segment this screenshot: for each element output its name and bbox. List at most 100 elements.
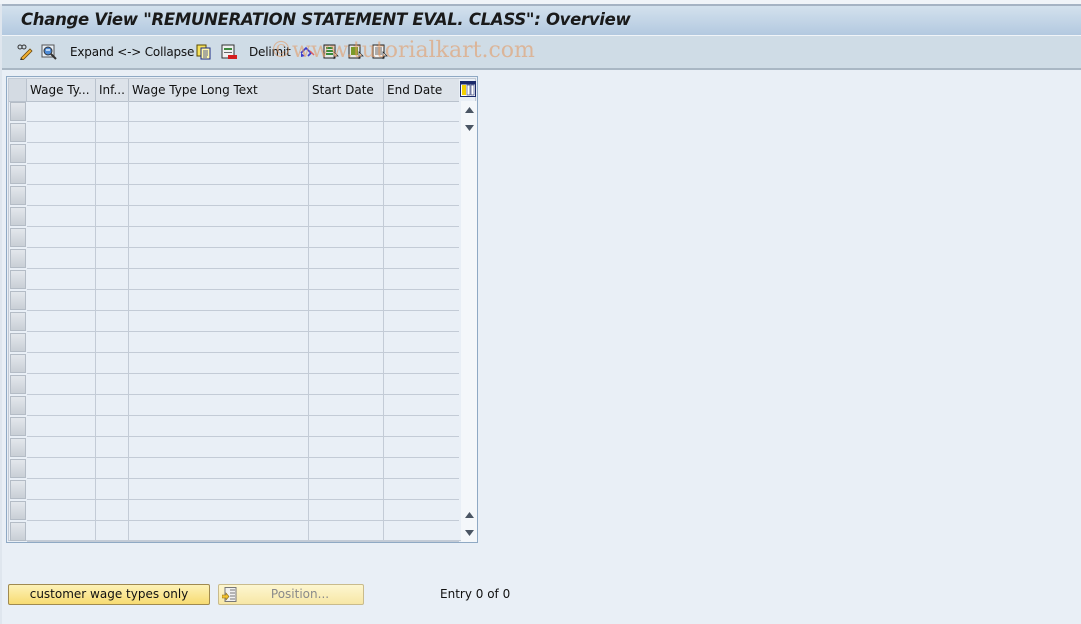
table-cell[interactable] — [384, 332, 459, 353]
row-selector[interactable] — [10, 228, 26, 247]
table-cell[interactable] — [129, 458, 309, 479]
table-cell[interactable] — [384, 185, 459, 206]
table-cell[interactable] — [309, 290, 384, 311]
table-cell[interactable] — [129, 311, 309, 332]
table-cell[interactable] — [27, 458, 96, 479]
table-cell[interactable] — [129, 143, 309, 164]
table-cell[interactable] — [384, 374, 459, 395]
row-selector[interactable] — [10, 459, 26, 478]
table-cell[interactable] — [129, 353, 309, 374]
row-selector[interactable] — [10, 480, 26, 499]
delete-button[interactable] — [221, 43, 237, 61]
table-cell[interactable] — [96, 353, 129, 374]
table-cell[interactable] — [129, 437, 309, 458]
table-cell[interactable] — [129, 185, 309, 206]
copy-as-button[interactable] — [196, 43, 212, 61]
column-header-start-date[interactable]: Start Date — [309, 79, 384, 101]
scroll-down-bottom-button[interactable] — [461, 525, 477, 541]
other-view-button[interactable] — [41, 43, 57, 61]
table-cell[interactable] — [384, 437, 459, 458]
row-selector[interactable] — [10, 207, 26, 226]
table-cell[interactable] — [309, 101, 384, 122]
row-selector[interactable] — [10, 501, 26, 520]
table-cell[interactable] — [96, 248, 129, 269]
scroll-down-top-button[interactable] — [461, 120, 477, 136]
table-cell[interactable] — [309, 143, 384, 164]
table-cell[interactable] — [384, 101, 459, 122]
table-cell[interactable] — [96, 332, 129, 353]
table-cell[interactable] — [129, 122, 309, 143]
table-cell[interactable] — [309, 521, 384, 542]
table-cell[interactable] — [96, 437, 129, 458]
row-selector[interactable] — [10, 396, 26, 415]
customer-wage-types-only-button[interactable]: customer wage types only — [8, 584, 210, 605]
table-cell[interactable] — [384, 122, 459, 143]
row-selector[interactable] — [10, 312, 26, 331]
table-cell[interactable] — [27, 248, 96, 269]
table-cell[interactable] — [309, 437, 384, 458]
table-cell[interactable] — [309, 395, 384, 416]
toggle-change-display-button[interactable] — [17, 43, 33, 61]
table-cell[interactable] — [309, 332, 384, 353]
row-selector[interactable] — [10, 186, 26, 205]
table-cell[interactable] — [384, 395, 459, 416]
table-cell[interactable] — [129, 521, 309, 542]
table-cell[interactable] — [96, 416, 129, 437]
select-block-button[interactable] — [348, 43, 364, 61]
table-cell[interactable] — [309, 479, 384, 500]
table-cell[interactable] — [129, 479, 309, 500]
table-cell[interactable] — [27, 227, 96, 248]
table-cell[interactable] — [96, 374, 129, 395]
row-selector[interactable] — [10, 438, 26, 457]
table-cell[interactable] — [384, 500, 459, 521]
row-selector[interactable] — [10, 165, 26, 184]
table-cell[interactable] — [384, 353, 459, 374]
column-header-end-date[interactable]: End Date — [384, 79, 459, 101]
table-cell[interactable] — [309, 269, 384, 290]
table-cell[interactable] — [96, 521, 129, 542]
table-cell[interactable] — [96, 479, 129, 500]
table-cell[interactable] — [27, 374, 96, 395]
row-selector[interactable] — [10, 249, 26, 268]
table-cell[interactable] — [309, 122, 384, 143]
table-cell[interactable] — [129, 164, 309, 185]
table-cell[interactable] — [96, 101, 129, 122]
row-selector[interactable] — [10, 123, 26, 142]
vertical-scrollbar[interactable] — [461, 101, 477, 542]
table-cell[interactable] — [384, 227, 459, 248]
table-cell[interactable] — [27, 521, 96, 542]
table-cell[interactable] — [129, 227, 309, 248]
row-selector[interactable] — [10, 270, 26, 289]
table-cell[interactable] — [27, 206, 96, 227]
delimit-button[interactable]: Delimit — [249, 43, 291, 61]
table-cell[interactable] — [384, 269, 459, 290]
table-cell[interactable] — [129, 416, 309, 437]
table-cell[interactable] — [27, 311, 96, 332]
table-cell[interactable] — [129, 332, 309, 353]
table-cell[interactable] — [384, 248, 459, 269]
deselect-all-button[interactable] — [372, 43, 388, 61]
table-settings-icon[interactable] — [460, 81, 476, 97]
table-cell[interactable] — [129, 395, 309, 416]
table-cell[interactable] — [129, 269, 309, 290]
table-cell[interactable] — [96, 164, 129, 185]
table-cell[interactable] — [384, 164, 459, 185]
table-cell[interactable] — [309, 374, 384, 395]
table-cell[interactable] — [27, 101, 96, 122]
table-cell[interactable] — [384, 416, 459, 437]
column-header-wage-type[interactable]: Wage Ty... — [27, 79, 96, 101]
table-cell[interactable] — [309, 227, 384, 248]
select-all-rows-header[interactable] — [9, 79, 27, 101]
table-cell[interactable] — [96, 143, 129, 164]
table-cell[interactable] — [96, 185, 129, 206]
scroll-up-bottom-button[interactable] — [461, 507, 477, 523]
position-button[interactable]: Position... — [218, 584, 364, 605]
table-cell[interactable] — [129, 248, 309, 269]
table-cell[interactable] — [96, 290, 129, 311]
table-cell[interactable] — [27, 500, 96, 521]
table-cell[interactable] — [27, 122, 96, 143]
table-cell[interactable] — [27, 416, 96, 437]
column-header-info[interactable]: Inf... — [96, 79, 129, 101]
table-cell[interactable] — [129, 206, 309, 227]
table-cell[interactable] — [309, 458, 384, 479]
